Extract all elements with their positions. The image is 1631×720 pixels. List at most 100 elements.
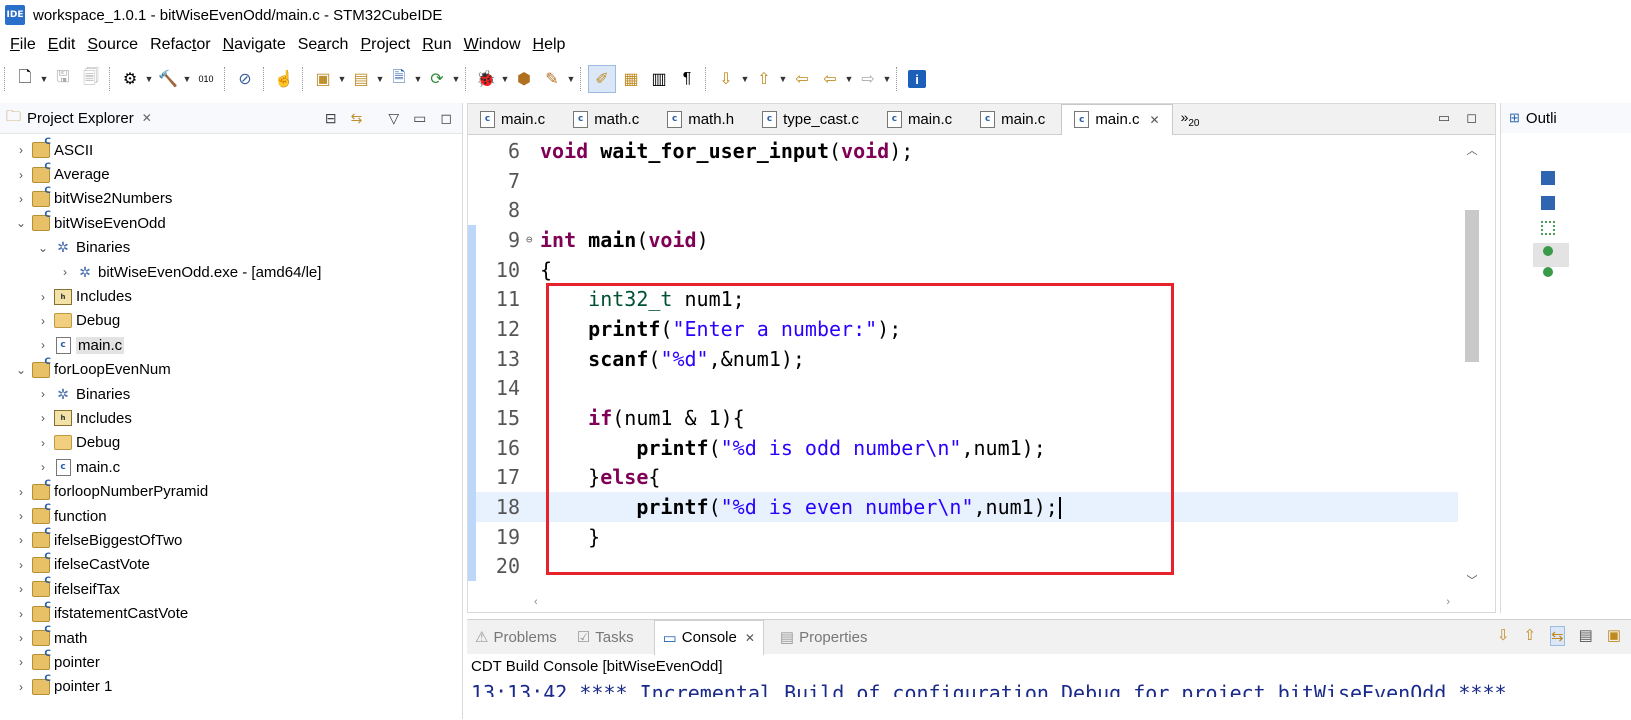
new-source-dropdown-icon[interactable]: ▼ [413, 74, 423, 84]
back-icon[interactable]: ⇦ [817, 66, 843, 92]
last-edit-icon[interactable]: ⇦ [789, 66, 815, 92]
scroll-lock-up-icon[interactable]: ⇧ [1523, 626, 1536, 646]
tree-item[interactable]: › ifelseCastVote [0, 552, 462, 577]
declaration-icon[interactable] [1541, 221, 1555, 235]
console-tab[interactable]: ⚠ Problems [475, 628, 557, 647]
tree-item[interactable]: › Debug [0, 309, 462, 333]
menu-item[interactable]: Run [422, 36, 451, 54]
outline-tab[interactable]: ⊞ Outli [1501, 103, 1631, 133]
editor-tab[interactable]: c type_cast.c [750, 104, 871, 134]
search-tool-dropdown-icon[interactable]: ▼ [566, 74, 576, 84]
scrollbar-thumb[interactable] [1465, 210, 1479, 362]
debug-bug-icon[interactable]: 🐞 [473, 66, 499, 92]
tree-item[interactable]: › ifelseifTax [0, 576, 462, 601]
expand-caret-icon[interactable]: ⌄ [36, 241, 50, 255]
configurations-dropdown-icon[interactable]: ▼ [144, 74, 154, 84]
open-type-icon[interactable]: ⬢ [511, 66, 537, 92]
tree-item[interactable]: ⌄ forLoopEvenNum [0, 357, 462, 382]
forward-icon[interactable]: ⇨ [855, 66, 881, 92]
save-all-icon[interactable]: 🗐 [78, 66, 104, 92]
skip-breakpoints-icon[interactable]: ⊘ [232, 66, 258, 92]
expand-caret-icon[interactable]: › [14, 680, 28, 694]
save-icon[interactable]: 🖫 [50, 66, 76, 92]
menu-item[interactable]: Refactor [150, 36, 210, 54]
tree-item[interactable]: › pointer [0, 649, 462, 674]
tree-item[interactable]: › h Includes [0, 406, 462, 430]
build-hammer-icon[interactable]: 🔨 [155, 66, 181, 92]
menu-item[interactable]: File [10, 36, 36, 54]
console-tab[interactable]: ☑ Tasks [577, 628, 634, 647]
next-annotation-icon[interactable]: ⇩ [713, 66, 739, 92]
expand-caret-icon[interactable]: › [14, 655, 28, 669]
editor-tab[interactable]: c math.h [655, 104, 746, 134]
mark-occurrences-icon[interactable]: ✐ [588, 65, 616, 93]
tree-item[interactable]: › Debug [0, 431, 462, 455]
tree-item[interactable]: › c main.c [0, 333, 462, 357]
tree-item[interactable]: › ASCII [0, 137, 462, 162]
vertical-scrollbar[interactable]: ︿ ﹀ [1463, 142, 1481, 587]
expand-caret-icon[interactable]: › [14, 509, 28, 523]
link-with-editor-icon[interactable]: ⇆ [351, 110, 363, 127]
pin-console-icon[interactable]: ⇆ [1550, 626, 1565, 646]
expand-caret-icon[interactable]: › [36, 460, 50, 474]
tree-item[interactable]: › c main.c [0, 455, 462, 479]
previous-annotation-icon[interactable]: ⇧ [751, 66, 777, 92]
scroll-up-icon[interactable]: ︿ [1463, 142, 1481, 158]
close-icon[interactable]: ✕ [745, 631, 755, 645]
editor-tab[interactable]: c main.c [968, 104, 1057, 134]
menu-item[interactable]: Window [464, 36, 521, 54]
tree-item[interactable]: ⌄ bitWiseEvenOdd [0, 210, 462, 235]
refresh-icon[interactable]: ⟳ [424, 66, 450, 92]
editor-tab[interactable]: c main.c ✕ [1061, 103, 1173, 135]
expand-caret-icon[interactable]: › [14, 631, 28, 645]
function-icon[interactable] [1543, 246, 1553, 256]
console-tab[interactable]: ▤ Properties [780, 628, 868, 647]
tree-item[interactable]: › ifelseBiggestOfTwo [0, 527, 462, 552]
minimize-icon[interactable]: ▭ [1438, 110, 1450, 126]
expand-caret-icon[interactable]: › [14, 607, 28, 621]
tree-item[interactable]: › h Includes [0, 284, 462, 308]
debug-target-icon[interactable]: ☝ [271, 66, 297, 92]
toggle-block-icon[interactable]: ▦ [618, 66, 644, 92]
build-dropdown-icon[interactable]: ▼ [182, 74, 192, 84]
new-folder-icon[interactable]: ▤ [348, 66, 374, 92]
console-tab[interactable]: ▭ Console ✕ [653, 619, 764, 655]
search-tool-icon[interactable]: ✎ [539, 66, 565, 92]
menu-item[interactable]: Edit [48, 36, 76, 54]
tree-item[interactable]: › ✲ Binaries [0, 382, 462, 406]
tree-item[interactable]: › function [0, 503, 462, 528]
function-icon[interactable] [1543, 267, 1553, 277]
menu-item[interactable]: Search [298, 36, 349, 54]
view-menu-icon[interactable]: ▽ [388, 110, 399, 127]
new-icon[interactable]: 🗋 [12, 66, 38, 92]
menu-item[interactable]: Navigate [223, 36, 286, 54]
debug-dropdown-icon[interactable]: ▼ [500, 74, 510, 84]
back-dropdown-icon[interactable]: ▼ [844, 74, 854, 84]
tree-item[interactable]: › math [0, 625, 462, 650]
editor-tab[interactable]: c main.c [875, 104, 964, 134]
include-icon[interactable] [1541, 171, 1555, 185]
forward-dropdown-icon[interactable]: ▼ [882, 74, 892, 84]
expand-caret-icon[interactable]: › [36, 338, 50, 352]
collapse-all-icon[interactable]: ⊟ [325, 110, 337, 127]
menu-item[interactable]: Source [87, 36, 138, 54]
expand-caret-icon[interactable]: › [36, 314, 50, 328]
project-explorer-tab[interactable]: 🗀 Project Explorer ✕ [6, 106, 152, 131]
manage-configurations-icon[interactable]: ⚙ [117, 66, 143, 92]
refresh-dropdown-icon[interactable]: ▼ [451, 74, 461, 84]
tab-overflow-button[interactable]: »20 [1181, 109, 1200, 129]
expand-caret-icon[interactable]: › [36, 436, 50, 450]
menu-item[interactable]: Help [533, 36, 566, 54]
display-console-icon[interactable]: ▤ [1579, 626, 1593, 646]
horizontal-scrollbar[interactable]: ‹ › [534, 594, 1450, 610]
expand-caret-icon[interactable]: › [36, 411, 50, 425]
tree-item[interactable]: ⌄ ✲ Binaries [0, 236, 462, 260]
show-whitespace-icon[interactable]: ¶ [674, 66, 700, 92]
open-console-icon[interactable]: ▣ [1607, 626, 1621, 646]
menu-item[interactable]: Project [360, 36, 410, 54]
tree-item[interactable]: › ✲ bitWiseEvenOdd.exe - [amd64/le] [0, 260, 462, 284]
expand-caret-icon[interactable]: › [14, 582, 28, 596]
include-icon[interactable] [1541, 196, 1555, 210]
tree-item[interactable]: › forloopNumberPyramid [0, 479, 462, 503]
expand-caret-icon[interactable]: › [14, 533, 28, 547]
